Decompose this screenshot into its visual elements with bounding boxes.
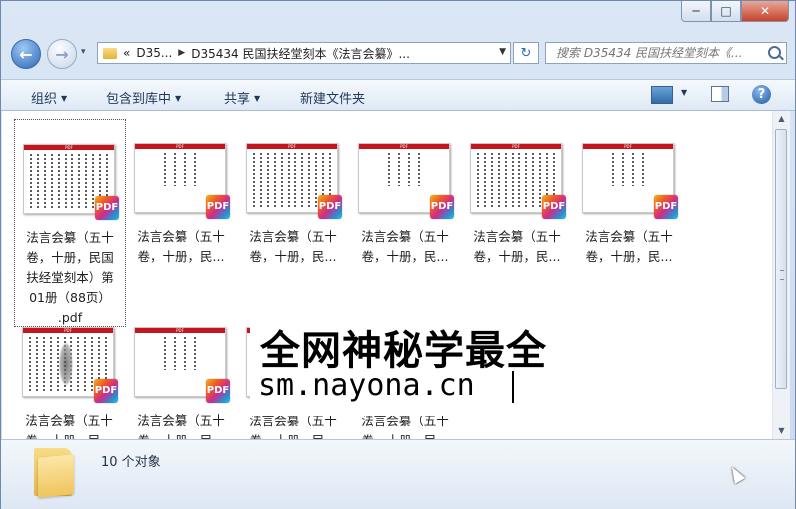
- file-name: 法言会纂（五十 卷，十册，民...: [137, 413, 225, 439]
- watermark-url: sm.nayona.cn: [258, 368, 475, 403]
- watermark-overlay: 全网神秘学最全 sm.nayona.cn: [250, 308, 550, 416]
- forward-arrow-icon: →: [55, 44, 69, 64]
- folder-icon: [34, 448, 76, 498]
- text-caret: [512, 371, 514, 403]
- thumbnail-header: PDF: [583, 144, 673, 149]
- thumbnail-header: PDF: [24, 145, 114, 150]
- chevron-down-icon: ▼: [175, 94, 182, 103]
- help-icon[interactable]: ?: [752, 85, 771, 104]
- title-bar: ─ □ ✕: [1, 1, 795, 35]
- thumbnail-header: PDF: [359, 144, 449, 149]
- file-name: 法言会纂（五十 卷，十册，民...: [473, 229, 561, 264]
- file-item[interactable]: PDF PDF 法言会纂（五十 卷，十册，民...: [126, 303, 236, 439]
- file-name: 法言会纂（五十 卷，十册，民...: [25, 413, 113, 439]
- pdf-file-icon: PDF: [94, 379, 118, 403]
- forward-button[interactable]: →: [47, 39, 77, 69]
- pdf-file-icon: PDF: [654, 195, 678, 219]
- file-item[interactable]: PDF PDF 法言会纂（五十 卷，十册，民...: [350, 119, 460, 264]
- item-count: 10 个对象: [101, 455, 161, 470]
- search-icon[interactable]: [768, 46, 781, 59]
- include-in-library-menu[interactable]: 包含到库中 ▼: [106, 88, 181, 107]
- explorer-window: ─ □ ✕ ← → ▾ « D35... ▶ D35434 民国扶经堂刻本《法言…: [0, 0, 796, 509]
- share-label: 共享: [224, 92, 251, 107]
- refresh-button[interactable]: ↻: [513, 42, 539, 64]
- thumbnail-header: PDF: [247, 144, 337, 149]
- scroll-down-button[interactable]: ▼: [773, 423, 790, 439]
- recent-pages-dropdown[interactable]: ▾: [81, 47, 86, 57]
- organize-label: 组织: [31, 92, 58, 107]
- file-item[interactable]: PDF PDF 法言会纂（五十 卷，十册，民...: [574, 119, 684, 264]
- scroll-grip-icon: [780, 270, 784, 280]
- include-library-label: 包含到库中: [106, 92, 172, 107]
- change-view-icon[interactable]: [651, 86, 673, 104]
- breadcrumb-item-current[interactable]: D35434 民国扶经堂刻本《法言会纂》...: [191, 45, 410, 62]
- breadcrumb-separator-icon[interactable]: ▶: [178, 48, 185, 58]
- minimize-button[interactable]: ─: [681, 1, 711, 22]
- thumbnail-header: PDF: [135, 328, 225, 333]
- new-folder-button[interactable]: 新建文件夹: [300, 88, 365, 107]
- chevron-down-icon: ▼: [61, 94, 68, 103]
- view-options-dropdown-icon[interactable]: ▼: [681, 88, 687, 97]
- scroll-up-button[interactable]: ▲: [773, 111, 790, 127]
- mouse-cursor-icon: [726, 464, 746, 484]
- command-bar: 组织 ▼ 包含到库中 ▼ 共享 ▼ 新建文件夹 ▼ ?: [1, 79, 795, 111]
- window-controls: ─ □ ✕: [681, 1, 789, 22]
- pdf-file-icon: PDF: [206, 195, 230, 219]
- close-button[interactable]: ✕: [741, 1, 789, 22]
- pdf-file-icon: PDF: [430, 195, 454, 219]
- vertical-scrollbar[interactable]: ▲ ▼: [772, 111, 790, 439]
- search-input[interactable]: [554, 45, 768, 61]
- file-name: 法言会纂（五十 卷，十册，民...: [361, 229, 449, 264]
- file-item[interactable]: PDF PDF 法言会纂（五十 卷，十册，民...: [126, 119, 236, 264]
- breadcrumb-item-parent[interactable]: D35...: [136, 46, 172, 60]
- thumbnail-header: PDF: [135, 144, 225, 149]
- thumbnail-header: PDF: [471, 144, 561, 149]
- address-dropdown-icon[interactable]: ▼: [499, 47, 506, 57]
- navigation-bar: ← → ▾ « D35... ▶ D35434 民国扶经堂刻本《法言会纂》...…: [1, 39, 795, 69]
- file-list: PDF PDF 法言会纂（五十 卷，十册，民国 扶经堂刻本）第 01册（88页） .…: [2, 111, 772, 439]
- preview-pane-icon[interactable]: [711, 86, 729, 102]
- file-item[interactable]: PDF PDF 法言会纂（五十 卷，十册，民...: [14, 303, 124, 439]
- file-name: 法言会纂（五十 卷，十册，民...: [585, 229, 673, 264]
- organize-menu[interactable]: 组织 ▼: [31, 88, 67, 107]
- pdf-file-icon: PDF: [95, 196, 119, 220]
- scroll-thumb[interactable]: [775, 129, 787, 389]
- pdf-file-icon: PDF: [318, 195, 342, 219]
- details-pane: 10 个对象: [1, 439, 795, 509]
- chevron-down-icon: ▼: [254, 94, 261, 103]
- file-item[interactable]: PDF PDF 法言会纂（五十 卷，十册，民国 扶经堂刻本）第 01册（88页） .…: [14, 119, 126, 327]
- pdf-file-icon: PDF: [542, 195, 566, 219]
- address-bar[interactable]: « D35... ▶ D35434 民国扶经堂刻本《法言会纂》... ▼: [97, 42, 511, 64]
- back-arrow-icon: ←: [19, 44, 33, 64]
- breadcrumb-overflow[interactable]: «: [123, 46, 130, 60]
- file-name: 法言会纂（五十 卷，十册，民...: [249, 229, 337, 264]
- back-button[interactable]: ←: [11, 39, 41, 69]
- file-name: 法言会纂（五十 卷，十册，民...: [137, 229, 225, 264]
- file-item[interactable]: PDF PDF 法言会纂（五十 卷，十册，民...: [462, 119, 572, 264]
- search-box[interactable]: [545, 42, 787, 64]
- share-menu[interactable]: 共享 ▼: [224, 88, 260, 107]
- thumbnail-header: PDF: [23, 328, 113, 333]
- pdf-file-icon: PDF: [206, 379, 230, 403]
- file-item[interactable]: PDF PDF 法言会纂（五十 卷，十册，民...: [238, 119, 348, 264]
- folder-icon: [103, 47, 117, 59]
- maximize-button[interactable]: □: [711, 1, 741, 22]
